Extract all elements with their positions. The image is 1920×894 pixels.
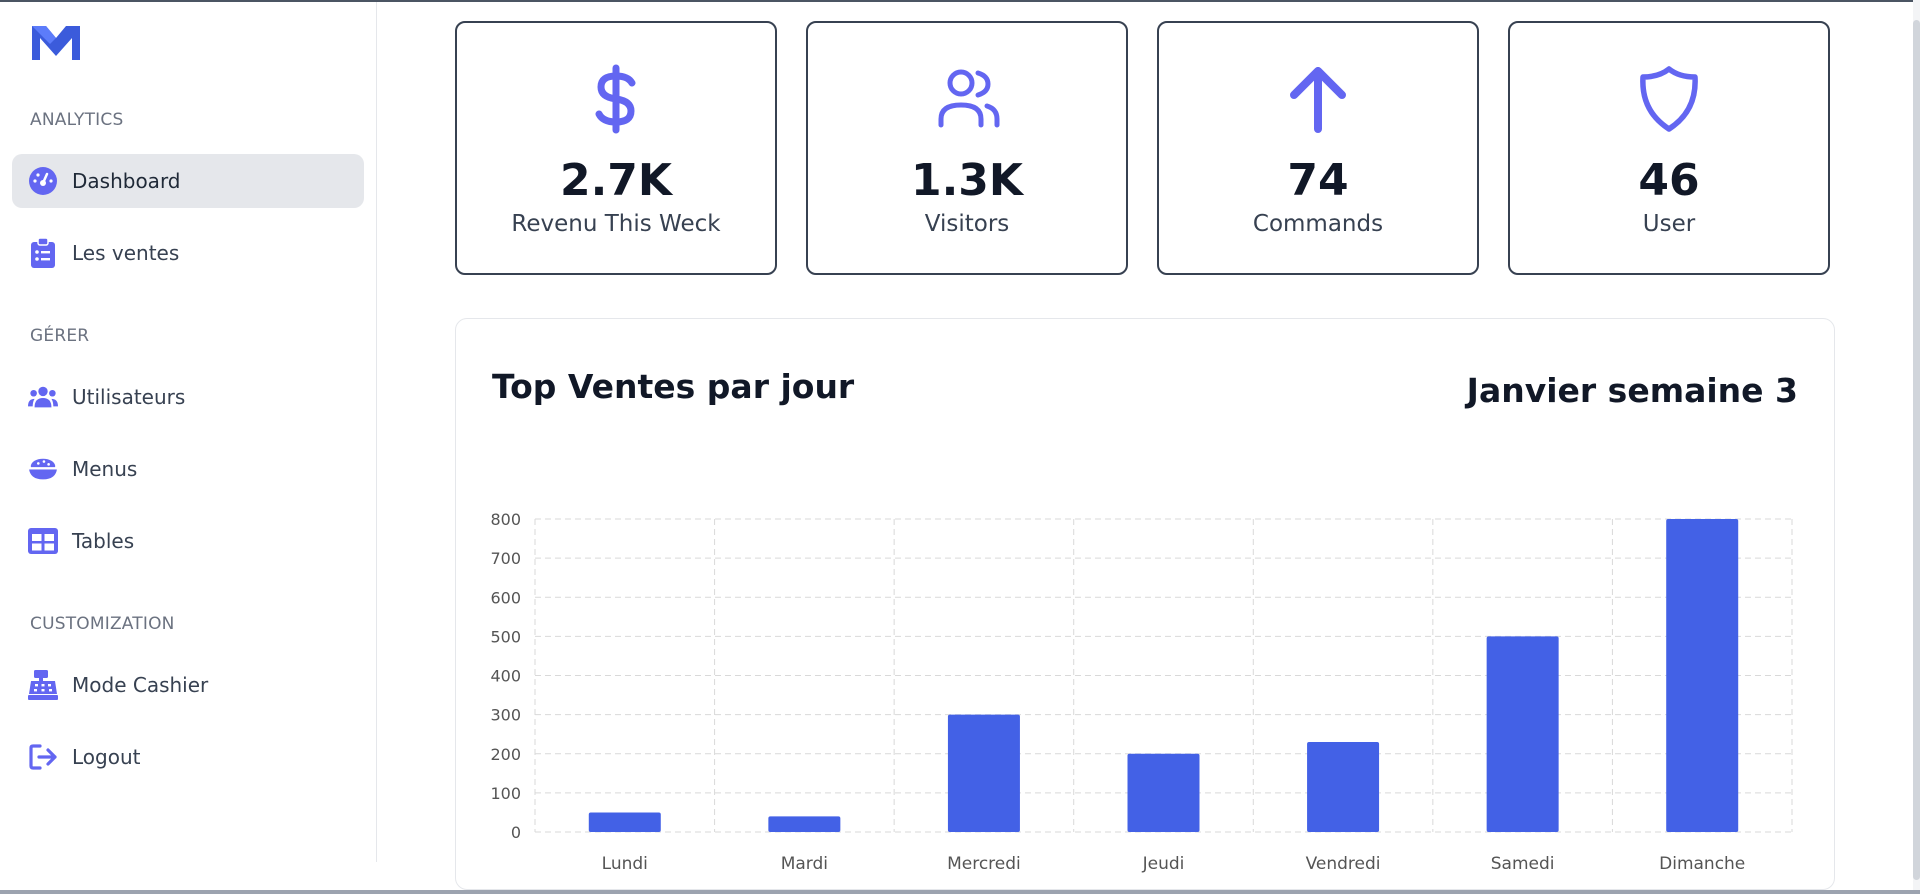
y-tick-label: 700	[490, 549, 521, 568]
stat-label-user: User	[1642, 211, 1696, 237]
scrollbar-thumb[interactable]	[1913, 20, 1920, 880]
section-title-analytics: ANALYTICS	[30, 110, 124, 130]
nav-label-dashboard: Dashboard	[72, 169, 181, 193]
table-grid-icon	[28, 526, 58, 556]
arrow-up-icon	[1290, 67, 1346, 133]
stat-card-user: 46 User	[1508, 21, 1830, 275]
y-tick-label: 0	[511, 823, 521, 842]
app-logo[interactable]	[30, 22, 82, 64]
stat-value-commands: 74	[1287, 155, 1349, 206]
nav-label-menus: Menus	[72, 457, 138, 481]
nav-label-tables: Tables	[72, 529, 135, 553]
bar-dimanche	[1666, 519, 1739, 832]
x-tick-label: Mardi	[781, 854, 828, 874]
bar-vendredi	[1307, 742, 1380, 832]
stat-label-visitors: Visitors	[924, 211, 1010, 237]
nav-label-utilisateurs: Utilisateurs	[72, 385, 186, 409]
y-tick-label: 600	[490, 588, 521, 607]
nav-item-dashboard[interactable]: Dashboard	[12, 154, 364, 208]
stat-value-user: 46	[1638, 155, 1700, 206]
stat-label-revenue: Revenu This Weck	[511, 211, 721, 237]
sales-chart-panel: Top Ventes par jour Janvier semaine 3 0 1…	[455, 318, 1835, 890]
bar-lundi	[588, 812, 661, 832]
sidebar: ANALYTICS Dashboard Les ventes GÉRER Uti…	[0, 2, 377, 862]
stat-value-visitors: 1.3K	[910, 155, 1024, 206]
nav-item-utilisateurs[interactable]: Utilisateurs	[12, 370, 364, 424]
chart-period: Janvier semaine 3	[1466, 371, 1798, 410]
nav-item-mode-cashier[interactable]: Mode Cashier	[12, 658, 364, 712]
stat-card-commands: 74 Commands	[1157, 21, 1479, 275]
nav-item-tables[interactable]: Tables	[12, 514, 364, 568]
stat-label-commands: Commands	[1252, 211, 1384, 237]
users-outline-icon	[938, 69, 1000, 128]
bar-chart: 0 100 200 300 400 500 600 700 800 Lundi Mardi Mercr…	[490, 510, 1793, 874]
stat-card-visitors: 1.3K Visitors	[806, 21, 1128, 275]
section-title-gerer: GÉRER	[30, 326, 90, 346]
x-tick-label: Samedi	[1491, 854, 1555, 874]
nav-item-menus[interactable]: Menus	[12, 442, 364, 496]
window-bottom-border	[0, 890, 1920, 894]
x-tick-label: Lundi	[602, 854, 648, 874]
cash-register-icon	[28, 670, 58, 700]
shield-icon	[1640, 66, 1698, 132]
bowl-icon	[28, 454, 58, 484]
stat-value-revenue: 2.7K	[559, 155, 673, 206]
y-tick-label: 400	[490, 667, 521, 686]
section-title-customization: CUSTOMIZATION	[30, 614, 175, 634]
x-tick-label: Vendredi	[1306, 854, 1381, 874]
y-tick-label: 200	[490, 745, 521, 764]
x-tick-label: Jeudi	[1142, 854, 1185, 874]
logout-icon	[28, 742, 58, 772]
bar-jeudi	[1127, 753, 1200, 832]
stat-card-revenue: 2.7K Revenu This Weck	[455, 21, 777, 275]
nav-item-logout[interactable]: Logout	[12, 730, 364, 784]
nav-label-logout: Logout	[72, 745, 141, 769]
dashboard-gauge-icon	[28, 166, 58, 196]
dollar-icon	[595, 64, 636, 134]
nav-label-mode-cashier: Mode Cashier	[72, 673, 209, 697]
y-tick-label: 100	[490, 784, 521, 803]
nav-label-les-ventes: Les ventes	[72, 241, 180, 265]
chart-title: Top Ventes par jour	[492, 367, 855, 406]
y-tick-label: 500	[490, 627, 521, 646]
nav-item-les-ventes[interactable]: Les ventes	[12, 226, 364, 280]
bar-samedi	[1486, 636, 1559, 832]
x-tick-label: Mercredi	[947, 854, 1021, 874]
scrollbar[interactable]	[1913, 0, 1920, 894]
users-icon	[28, 382, 58, 412]
y-tick-label: 300	[490, 706, 521, 725]
clipboard-list-icon	[28, 238, 58, 268]
y-tick-label: 800	[490, 510, 521, 529]
x-tick-label: Dimanche	[1659, 854, 1745, 874]
bar-mardi	[768, 816, 841, 832]
bar-mercredi	[947, 714, 1020, 832]
